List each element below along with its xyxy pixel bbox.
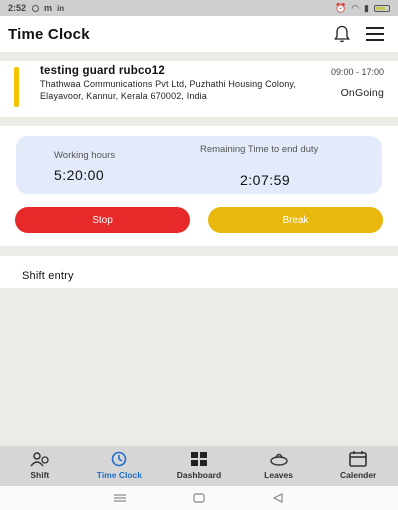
nav-label-calendar: Calender <box>339 470 377 480</box>
timer-box: Working hours 5:20:00 Remaining Time to … <box>16 136 382 194</box>
nav-label-shift: Shift <box>30 470 50 480</box>
nav-label-dashboard: Dashboard <box>176 470 222 480</box>
shift-card: testing guard rubco12 09:00 - 17:00 That… <box>0 61 398 117</box>
break-button[interactable]: Break <box>208 207 383 233</box>
home-icon[interactable] <box>192 493 206 503</box>
leaves-icon <box>269 453 288 466</box>
battery-icon <box>374 4 390 12</box>
bottom-nav: Shift Time Clock Dashboard Leaves Calend… <box>0 446 398 486</box>
shift-time: 09:00 - 17:00 <box>330 67 384 77</box>
nav-item-time-clock[interactable]: Time Clock <box>80 446 160 486</box>
recents-icon[interactable] <box>113 493 127 503</box>
menu-icon[interactable] <box>366 27 384 41</box>
app-bar: Time Clock <box>0 16 398 52</box>
remaining-time-label: Remaining Time to end duty <box>200 144 319 155</box>
nav-label-leaves: Leaves <box>264 470 293 480</box>
shift-entry-section: Shift entry <box>0 256 398 288</box>
dashboard-icon <box>190 452 207 466</box>
remaining-time-value: 2:07:59 <box>240 172 291 188</box>
nav-item-leaves[interactable]: Leaves <box>239 446 319 486</box>
status-bar: 2:52 m in ⏰ ◠ ▮ <box>0 0 398 16</box>
shift-status: OnGoing <box>340 87 384 99</box>
signal-icon: ▮ <box>364 2 369 13</box>
page-title: Time Clock <box>8 25 90 43</box>
linkedin-icon: in <box>57 3 65 13</box>
shift-icon <box>30 452 49 467</box>
system-navigation-bar <box>0 486 398 510</box>
guard-name: testing guard rubco12 <box>40 65 165 77</box>
stop-button[interactable]: Stop <box>15 207 190 233</box>
alarm-icon: ⏰ <box>334 2 347 13</box>
system-icons: ⏰ ◠ ▮ <box>335 3 390 14</box>
clock-icon <box>112 451 127 467</box>
status-indicator <box>14 67 19 107</box>
nav-item-dashboard[interactable]: Dashboard <box>159 446 239 486</box>
timer-section: Working hours 5:20:00 Remaining Time to … <box>0 126 398 246</box>
bell-icon[interactable] <box>332 24 352 44</box>
calendar-icon <box>349 451 367 467</box>
nav-item-shift[interactable]: Shift <box>0 446 80 486</box>
notification-icons: m in <box>32 3 64 13</box>
wifi-icon: ◠ <box>351 2 360 13</box>
working-hours-value: 5:20:00 <box>54 167 105 183</box>
back-icon[interactable] <box>271 493 285 503</box>
nav-item-calendar[interactable]: Calender <box>318 446 398 486</box>
gmail-icon: m <box>44 3 53 13</box>
working-hours-label: Working hours <box>54 150 116 161</box>
nav-label-time-clock: Time Clock <box>96 470 142 480</box>
whatsapp-icon <box>32 4 40 12</box>
shift-entry-label: Shift entry <box>22 270 74 282</box>
status-time: 2:52 <box>8 3 27 13</box>
site-address: Thathwaa Communications Pvt Ltd, Puzhath… <box>40 79 297 101</box>
